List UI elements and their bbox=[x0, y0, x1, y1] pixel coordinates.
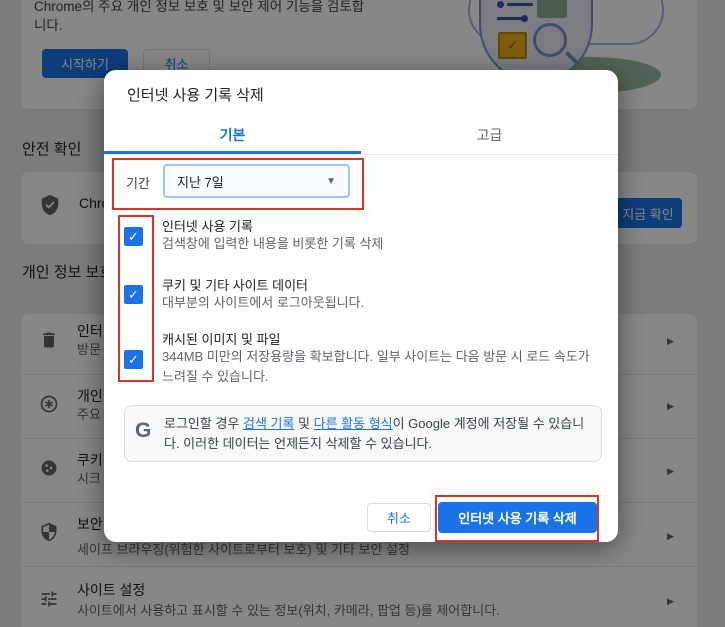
checkbox-subtitle: 344MB 미만의 저장용량을 확보합니다. 일부 사이트는 다음 방문 시 로… bbox=[162, 349, 590, 384]
checkbox-subtitle: 대부분의 사이트에서 로그아웃됩니다. bbox=[162, 295, 365, 310]
clear-browsing-data-dialog: 인터넷 사용 기록 삭제 기본 고급 기간 지난 7일 ▼ ✓ 인터넷 사용 기… bbox=[104, 70, 618, 542]
checkbox-cookies[interactable]: ✓ bbox=[124, 285, 143, 304]
dialog-tabs: 기본 고급 bbox=[104, 118, 618, 155]
tab-basic[interactable]: 기본 bbox=[104, 118, 361, 154]
checkbox-title: 쿠키 및 기타 사이트 데이터 bbox=[162, 278, 309, 293]
other-activity-link[interactable]: 다른 활동 형식 bbox=[314, 416, 393, 431]
time-range-select[interactable]: 지난 7일 ▼ bbox=[163, 164, 350, 198]
checkbox-cached-files[interactable]: ✓ bbox=[124, 350, 143, 369]
google-g-icon: G bbox=[135, 419, 152, 442]
notice-text: 로그인할 경우 검색 기록 및 다른 활동 형식이 Google 계정에 저장될… bbox=[164, 414, 592, 454]
chrome-settings-page: Chrome의 주요 개인 정보 보호 및 보안 제어 기능을 검토합 니다. … bbox=[0, 0, 725, 627]
notice-text-mid: 및 bbox=[294, 416, 314, 431]
checkbox-subtitle: 검색창에 입력한 내용을 비롯한 기록 삭제 bbox=[162, 236, 384, 251]
search-history-link[interactable]: 검색 기록 bbox=[243, 416, 294, 431]
dropdown-caret-icon: ▼ bbox=[326, 175, 336, 187]
check-icon: ✓ bbox=[128, 286, 139, 302]
notice-text-pre: 로그인할 경우 bbox=[164, 416, 243, 431]
check-icon: ✓ bbox=[128, 228, 139, 244]
tab-advanced[interactable]: 고급 bbox=[361, 118, 618, 154]
check-icon: ✓ bbox=[128, 351, 139, 367]
checkbox-browsing-history[interactable]: ✓ bbox=[124, 227, 143, 246]
google-signin-notice: G 로그인할 경우 검색 기록 및 다른 활동 형식이 Google 계정에 저… bbox=[124, 405, 602, 462]
dialog-title: 인터넷 사용 기록 삭제 bbox=[127, 87, 264, 104]
checkbox-title: 인터넷 사용 기록 bbox=[162, 219, 253, 234]
checkbox-title: 캐시된 이미지 및 파일 bbox=[162, 332, 281, 347]
dialog-cancel-button[interactable]: 취소 bbox=[367, 503, 431, 532]
clear-data-button[interactable]: 인터넷 사용 기록 삭제 bbox=[438, 502, 597, 533]
time-range-value: 지난 7일 bbox=[177, 174, 224, 190]
time-range-label: 기간 bbox=[126, 176, 150, 191]
